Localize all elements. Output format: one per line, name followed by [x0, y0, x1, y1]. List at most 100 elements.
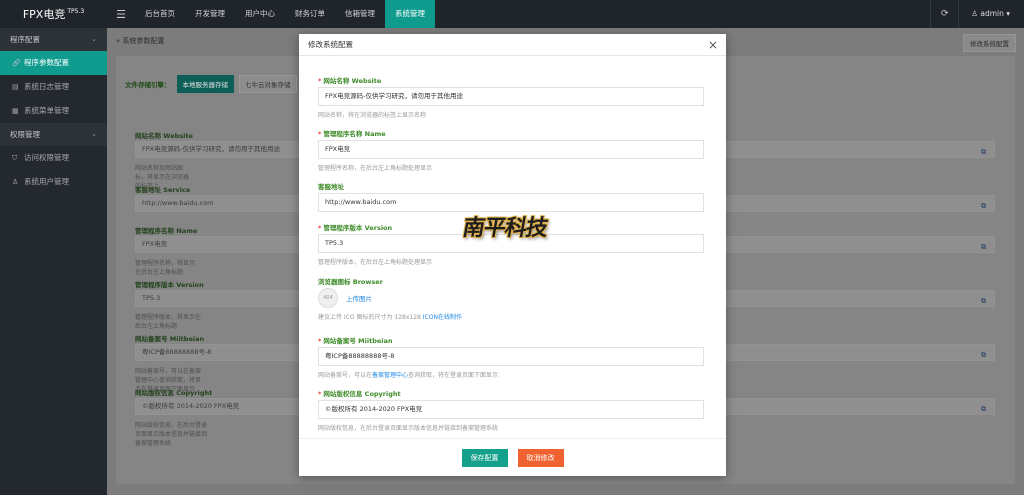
field-help: 网站备案号，可以在备案管理中心查询获取，将在登录页面下面显示: [318, 370, 704, 379]
field-value-text: FPX电竞源码-仅供学习研究，请勿用于其他用途: [142, 145, 280, 153]
topnav-item-mail[interactable]: 信箱管理: [335, 0, 385, 28]
field-value-text: TP5.3: [142, 294, 161, 302]
sidebar-item-label: 系统日志管理: [24, 82, 69, 91]
beian-center-link[interactable]: 备案管理中心: [372, 372, 408, 379]
topnav-item-users[interactable]: 用户中心: [235, 0, 285, 28]
user-icon: ♙: [12, 178, 19, 186]
field-value-text: 粤ICP备88888888号-8: [142, 348, 212, 356]
help-text: 网站备案号，可以在: [318, 372, 373, 379]
miitbeian-input[interactable]: 粤ICP备88888888号-8: [318, 347, 704, 366]
copy-icon[interactable]: ⧉: [981, 240, 986, 255]
sidebar-item-logs[interactable]: ▤ 系统日志管理: [0, 75, 107, 99]
field-help: 管理程序版本，将显示在后台左上角标题: [135, 314, 202, 330]
topnav-item-dev[interactable]: 开发管理: [185, 0, 235, 28]
sidebar-item-menus[interactable]: ▦ 系统菜单管理: [0, 99, 107, 123]
edit-config-button[interactable]: 修改系统配置: [963, 34, 1016, 52]
user-menu[interactable]: ♙ admin ▾: [958, 0, 1024, 28]
copy-icon[interactable]: ⧉: [981, 402, 986, 417]
sidebar-item-label: 访问权限管理: [24, 153, 69, 162]
field-label: 网站备案号 Miitbeian: [135, 335, 205, 343]
bg-field-copyright: 网站版权信息 Copyright ©版权所有 2014-2020 FPX电竞 ⧉ …: [135, 387, 995, 447]
field-label: 管理程序名称 Name: [135, 227, 198, 235]
top-right-tools: ⟳ ♙ admin ▾: [930, 0, 1024, 28]
field-label: 网站名称 Website: [135, 132, 193, 140]
field-help: 管理程序名称，在后台左上角标题处理显示: [318, 165, 433, 172]
field-label: 管理程序版本 Version: [135, 281, 204, 289]
field-name: * 管理程序名称 Name FPX电竞 管理程序名称，在后台左上角标题处理显示: [318, 128, 704, 172]
sidebar-item-label: 系统菜单管理: [24, 106, 69, 115]
field-service: 客服地址 http://www.baidu.com: [318, 181, 704, 212]
copy-icon[interactable]: ⧉: [981, 294, 986, 309]
upload-image-link[interactable]: 上传图片: [346, 293, 372, 303]
field-copyright: * 网站版权信息 Copyright ©版权所有 2014-2020 FPX电竞 …: [318, 388, 704, 432]
tab-qiniu-storage[interactable]: 七牛云对象存储: [239, 75, 297, 93]
breadcrumb-text: 系统参数配置: [122, 37, 165, 45]
sidebar-group-label: 权限管理: [10, 130, 40, 139]
required-mark: *: [318, 130, 322, 138]
field-help: 管理程序名称，将显示在后台左上角标题: [135, 260, 196, 276]
field-label: * 网站备案号 Miitbeian: [318, 335, 704, 345]
topnav-item-system[interactable]: 系统管理: [385, 0, 435, 28]
modal-footer: 保存配置 取消修改: [299, 438, 726, 476]
sidebar-group-program[interactable]: 程序配置 ⌄: [0, 28, 107, 51]
icon-maker-link[interactable]: ICON在线制作: [423, 314, 462, 321]
field-label-text: 网站备案号 Miitbeian: [323, 337, 393, 345]
field-label: 网站版权信息 Copyright: [135, 389, 213, 397]
topnav-item-finance[interactable]: 财务订单: [285, 0, 335, 28]
sidebar-item-sysusers[interactable]: ♙ 系统用户管理: [0, 170, 107, 194]
field-label: * 网站名称 Website: [318, 75, 704, 85]
field-label: 客服地址 Service: [135, 186, 191, 194]
field-help: 网站版权信息，在后台登录页面显示版本信息并链接到备案管理系统: [318, 425, 499, 432]
required-mark: *: [318, 337, 322, 345]
field-value-text: http://www.baidu.com: [142, 199, 214, 207]
copyright-input[interactable]: ©版权所有 2014-2020 FPX电竞: [318, 400, 704, 419]
copy-icon[interactable]: ⧉: [981, 348, 986, 363]
topnav-item-home[interactable]: 后台首页: [135, 0, 185, 28]
version-badge: TP5.3: [67, 7, 85, 15]
field-label-text: 网站名称 Website: [323, 77, 382, 85]
watermark-logo: 南平科技: [460, 215, 550, 241]
sidebar-item-label: 系统用户管理: [24, 177, 69, 186]
field-label: * 管理程序名称 Name: [318, 128, 704, 138]
app-logo[interactable]: FPX电竞 TP5.3: [0, 0, 107, 28]
field-help: 管理程序版本，在后台左上角标题处理显示: [318, 259, 433, 266]
field-label-text: 网站版权信息 Copyright: [323, 390, 401, 398]
top-bar: FPX电竞 TP5.3 ☰ 后台首页 开发管理 用户中心 财务订单 信箱管理 系统…: [0, 0, 1024, 28]
modal-header: 修改系统配置 ×: [299, 34, 726, 56]
field-browser-icon: 浏览器图标 Browser 404 上传图片 建议上传 ICO 图标的尺寸为 1…: [318, 276, 704, 321]
tab-local-storage[interactable]: 本地服务器存储: [176, 75, 234, 93]
field-help: 网站名称，将在浏览器的标签上显示名称: [318, 112, 427, 119]
sidebar-item-access[interactable]: ⛉ 访问权限管理: [0, 146, 107, 170]
help-text: 建议上传 ICO 图标的尺寸为 128x128: [318, 314, 423, 321]
sidebar-item-params[interactable]: 🔗 程序参数配置: [0, 51, 107, 75]
required-mark: *: [318, 77, 322, 85]
cancel-edit-button[interactable]: 取消修改: [517, 448, 564, 467]
help-text: 查询获取，将在登录页面下面显示: [408, 372, 499, 379]
sidebar-group-permissions[interactable]: 权限管理 ⌄: [0, 123, 107, 146]
sidebar-group-label: 程序配置: [10, 35, 40, 44]
refresh-icon[interactable]: ⟳: [930, 0, 958, 28]
website-input[interactable]: FPX电竞源码-仅供学习研究，请勿用于其他用途: [318, 87, 704, 106]
name-input[interactable]: FPX电竞: [318, 140, 704, 159]
shield-icon: ⛉: [12, 154, 18, 162]
field-label: 浏览器图标 Browser: [318, 276, 704, 286]
copy-icon[interactable]: ⧉: [981, 145, 986, 160]
log-icon: ▤: [12, 83, 19, 91]
sidebar-item-label: 程序参数配置: [24, 58, 69, 67]
link-icon: 🔗: [12, 59, 21, 67]
bg-field-website: 网站名称 Website FPX电竞源码-仅供学习研究，请勿用于其他用途 ⧉ 网站…: [135, 130, 995, 190]
chevron-down-icon: ▾: [1006, 9, 1010, 18]
calendar-icon: ▦: [12, 107, 19, 115]
required-mark: *: [318, 390, 322, 398]
field-label: 客服地址: [318, 181, 704, 191]
copy-icon[interactable]: ⧉: [981, 199, 986, 214]
modal-body: * 网站名称 Website FPX电竞源码-仅供学习研究，请勿用于其他用途 网站…: [299, 57, 726, 437]
user-icon: ♙: [971, 9, 978, 18]
chevron-down-icon: ⌄: [91, 130, 97, 138]
favicon-preview: 404: [318, 288, 338, 308]
bg-field-miitbeian: 网站备案号 Miitbeian 粤ICP备88888888号-8 ⧉ 网站备案号，…: [135, 333, 995, 393]
field-help: 建议上传 ICO 图标的尺寸为 128x128 ICON在线制作: [318, 312, 704, 321]
hamburger-menu-icon[interactable]: ☰: [107, 8, 135, 21]
close-icon[interactable]: ×: [708, 34, 718, 56]
save-config-button[interactable]: 保存配置: [461, 448, 508, 467]
